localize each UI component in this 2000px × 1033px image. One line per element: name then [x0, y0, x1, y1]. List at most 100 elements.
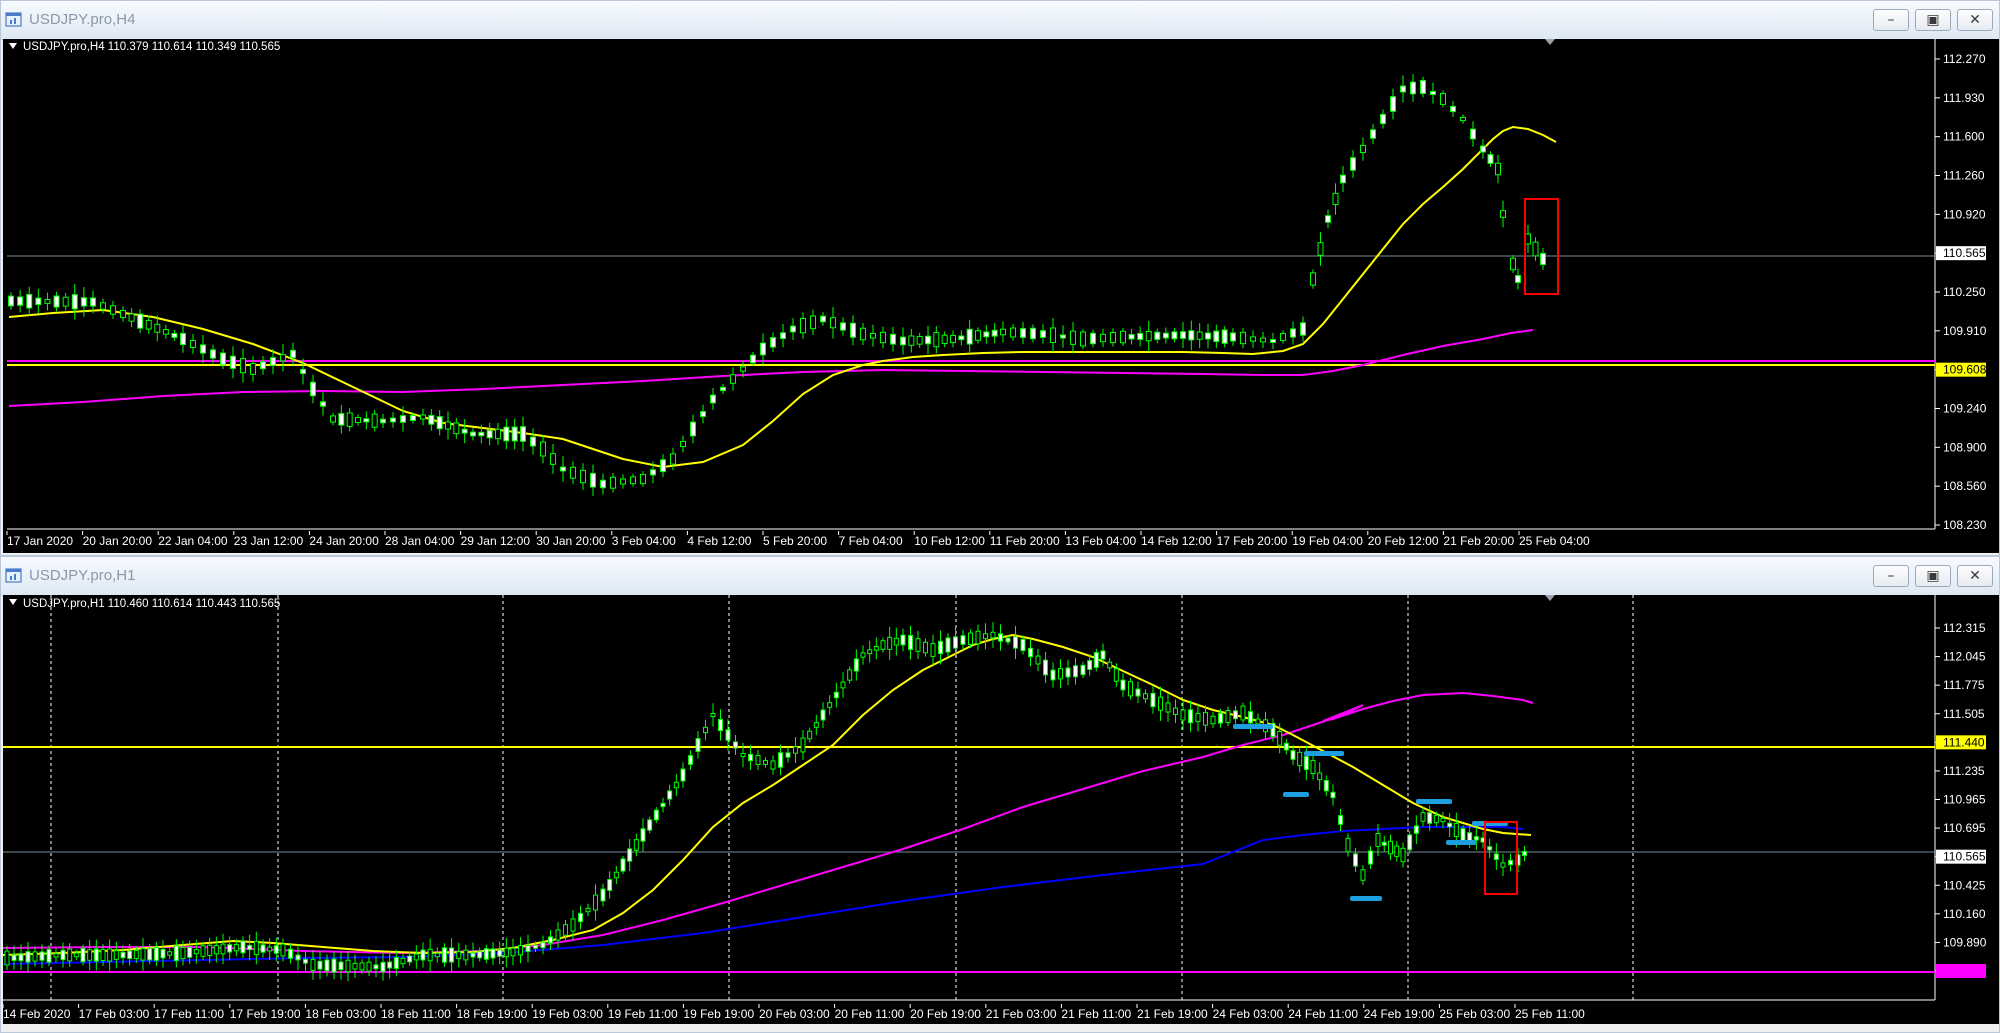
candle-body: [850, 322, 856, 338]
candle-body: [1487, 154, 1494, 164]
candle-body: [270, 357, 276, 366]
candle-body: [830, 317, 836, 329]
close-button[interactable]: ✕: [1957, 9, 1993, 31]
candle-body: [1303, 755, 1309, 771]
restore-icon: ▣: [1926, 568, 1940, 584]
candle-body: [620, 478, 626, 485]
candle-body: [73, 952, 79, 958]
candle-body: [1473, 836, 1479, 841]
chart-window-h4[interactable]: USDJPY.pro,H4 – ▣ ✕ USDJPY.pro,H4 110.37…: [0, 0, 2000, 556]
price-label: 109.608: [1943, 363, 1987, 377]
time-label: 19 Feb 04:00: [1292, 534, 1363, 548]
candle-body: [373, 964, 379, 970]
candle-body: [280, 354, 286, 362]
candle-body: [1540, 252, 1546, 266]
candle-body: [1135, 688, 1141, 697]
candle-body: [478, 431, 485, 437]
candle-body: [407, 955, 413, 963]
candle-body: [1005, 637, 1011, 643]
candle-body: [1188, 709, 1193, 724]
candle-body: [950, 334, 956, 344]
restore-button[interactable]: ▣: [1915, 565, 1951, 587]
time-label: 24 Feb 03:00: [1213, 1007, 1284, 1021]
minimize-button[interactable]: –: [1873, 9, 1909, 31]
candle-body: [1188, 330, 1195, 341]
candle-body: [833, 691, 839, 699]
candle-body: [740, 366, 746, 372]
minimize-button[interactable]: –: [1873, 565, 1909, 587]
candle-body: [1350, 157, 1356, 171]
candle-body: [1330, 791, 1336, 799]
price-chart-h4[interactable]: USDJPY.pro,H4 110.379 110.614 110.349 11…: [3, 39, 1999, 553]
candle-body: [154, 323, 161, 333]
candle-body: [1255, 718, 1261, 725]
candle-body: [1107, 661, 1113, 669]
candle-body: [247, 944, 253, 951]
candle-body: [1297, 751, 1303, 767]
time-label: 21 Feb 03:00: [986, 1007, 1057, 1021]
candle-body: [100, 302, 106, 310]
candle-body: [1450, 105, 1456, 113]
window-titlebar[interactable]: USDJPY.pro,H1 – ▣ ✕: [1, 557, 1999, 596]
candle-body: [1180, 709, 1186, 721]
candle-body: [380, 961, 386, 973]
candle-body: [570, 466, 576, 479]
candle-body: [1221, 329, 1228, 344]
level-mark[interactable]: [1416, 799, 1452, 804]
candle-body: [1360, 869, 1366, 881]
candle-body: [755, 755, 761, 765]
close-button[interactable]: ✕: [1957, 565, 1993, 587]
candle-body: [688, 755, 693, 765]
candle-body: [960, 635, 966, 645]
chart-area[interactable]: USDJPY.pro,H1 110.460 110.614 110.443 11…: [3, 595, 1999, 1024]
chart-window-h1[interactable]: USDJPY.pro,H1 – ▣ ✕ USDJPY.pro,H1 110.46…: [0, 556, 2000, 1033]
time-scale[interactable]: 14 Feb 2020 17 Feb 03:00 17 Feb 11:00 17 Fe…: [3, 1004, 1585, 1021]
candle-body: [26, 293, 33, 309]
candle-body: [770, 337, 776, 348]
level-mark[interactable]: [1446, 840, 1476, 845]
minimize-icon: –: [1887, 12, 1895, 28]
chart-area[interactable]: USDJPY.pro,H4 110.379 110.614 110.349 11…: [3, 39, 1999, 553]
candle-body: [200, 344, 206, 354]
level-mark[interactable]: [1350, 896, 1382, 901]
time-scale[interactable]: 17 Jan 2020 20 Jan 20:00 22 Jan 04:00 23 Ja…: [6, 531, 1590, 548]
restore-button[interactable]: ▣: [1915, 9, 1951, 31]
candle-body: [359, 962, 365, 971]
candle-body: [630, 476, 636, 485]
time-label: 5 Feb 20:00: [763, 534, 827, 548]
candle-body: [1390, 96, 1396, 112]
level-mark[interactable]: [1283, 792, 1309, 797]
candle-body: [650, 469, 656, 476]
candle-body: [540, 941, 546, 949]
window-title: USDJPY.pro,H1: [29, 567, 136, 584]
candle-body: [1400, 847, 1406, 863]
candle-body: [1508, 859, 1513, 866]
minimize-icon: –: [1887, 568, 1895, 584]
candle-body: [44, 298, 51, 304]
level-mark[interactable]: [1233, 724, 1273, 729]
candle-body: [880, 331, 886, 344]
candle-body: [991, 329, 998, 337]
time-label: 17 Feb 20:00: [1217, 534, 1288, 548]
price-label: 110.965: [1943, 793, 1986, 807]
time-label: 4 Feb 12:00: [687, 534, 751, 548]
price-chart-h1[interactable]: USDJPY.pro,H1 110.460 110.614 110.443 11…: [3, 595, 1999, 1024]
candle-body: [933, 332, 940, 348]
time-label: 20 Feb 12:00: [1368, 534, 1439, 548]
candle-body: [220, 352, 226, 366]
level-mark[interactable]: [1304, 751, 1344, 756]
candle-body: [1280, 333, 1286, 341]
candle-body: [17, 296, 24, 306]
candle-body: [1210, 715, 1216, 725]
candle-body: [1368, 850, 1373, 865]
chart-header-ohlc: USDJPY.pro,H1 110.460 110.614 110.443 11…: [23, 598, 280, 610]
candle-body: [945, 637, 951, 653]
candle-body: [1013, 636, 1018, 649]
candle-body: [490, 948, 496, 959]
candle-body: [310, 381, 316, 397]
window-titlebar[interactable]: USDJPY.pro,H4 – ▣ ✕: [1, 1, 1999, 40]
candle-body: [710, 712, 716, 718]
time-label: 24 Feb 11:00: [1288, 1007, 1358, 1021]
candle-body: [1080, 331, 1086, 347]
candle-body: [1050, 327, 1056, 344]
